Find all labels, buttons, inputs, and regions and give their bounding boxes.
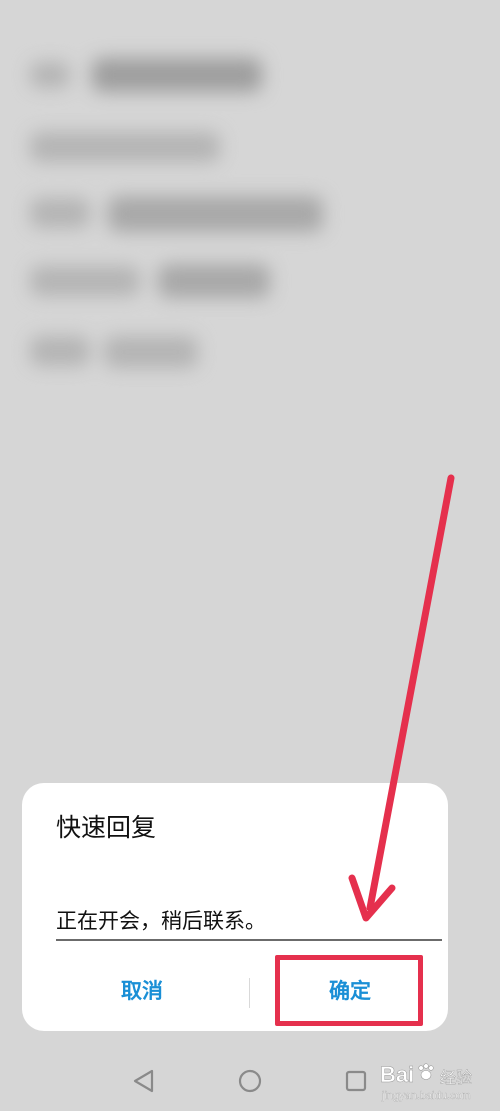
back-triangle-icon[interactable] [131,1068,157,1094]
button-divider [249,978,250,1008]
blurred-row [30,132,220,162]
blurred-row [30,198,90,228]
blurred-background-list [0,0,500,760]
confirm-highlight-box [275,955,423,1026]
recent-square-icon[interactable] [343,1068,369,1094]
home-circle-icon[interactable] [237,1068,263,1094]
dialog-title: 快速回复 [56,813,157,842]
blurred-row [104,336,198,368]
cancel-button[interactable]: 取消 [42,966,242,1016]
blurred-row [92,58,262,92]
blurred-row [158,264,270,298]
paw-icon [418,1063,434,1080]
blurred-row [108,196,323,232]
watermark-logo: Bai [380,1062,415,1088]
reply-text-input[interactable] [56,901,442,941]
baidu-jingyan-watermark: Bai 经验 jingyan.baidu.com [380,1058,496,1106]
blurred-row [30,266,140,296]
watermark-url: jingyan.baidu.com [382,1090,471,1102]
blurred-row [30,62,70,88]
blurred-row [30,336,90,366]
watermark-label: 经验 [440,1068,473,1087]
